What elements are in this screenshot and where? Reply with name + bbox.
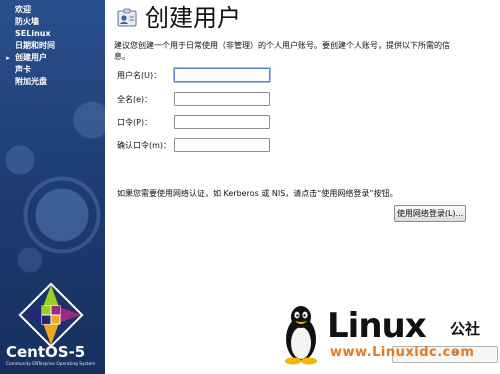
network-login-note: 如果您需要使用网络认证，如 Kerberos 或 NIS，请点击“使用网络登录”… [117, 189, 398, 198]
step-welcome: 欢迎 [15, 5, 31, 14]
sidebar: 欢迎 防火墙 SELinux 日期和时间 ▸ 创建用户 声卡 附加光盘 Cent… [0, 0, 105, 374]
password-label: 口令(P)： [117, 118, 153, 127]
centos-tagline: Community ENTerprise Operating System [6, 362, 96, 367]
watermark-brand: Linux [327, 306, 427, 346]
confirm-password-label: 确认口令(m)： [117, 141, 172, 150]
network-login-button[interactable]: 使用网络登录(L)... [394, 205, 466, 222]
tux-penguin-icon [285, 306, 317, 365]
page-title: 创建用户 [145, 4, 241, 32]
full-name-label: 全名(e)： [117, 95, 153, 104]
centos-wordmark: CentOS-5 [6, 343, 86, 361]
step-selinux: SELinux [15, 29, 51, 38]
user-card-icon [117, 8, 137, 27]
confirm-password-field[interactable] [174, 138, 270, 152]
step-firewall: 防火墙 [15, 17, 39, 26]
step-date-time: 日期和时间 [15, 41, 55, 50]
current-step-arrow-icon: ▸ [6, 54, 10, 62]
watermark-url: www.Linuxidc.com [330, 345, 475, 360]
full-name-field[interactable] [174, 92, 270, 106]
step-create-user: ▸ 创建用户 [0, 52, 105, 64]
username-field[interactable] [174, 68, 270, 82]
step-sound-card: 声卡 [15, 65, 31, 74]
centos-logo-icon [18, 282, 84, 348]
password-field[interactable] [174, 115, 270, 129]
watermark-suffix: 公社 [450, 320, 481, 338]
step-additional-cd: 附加光盘 [15, 77, 47, 86]
step-list: 欢迎 防火墙 SELinux 日期和时间 ▸ 创建用户 声卡 附加光盘 [0, 4, 105, 88]
username-label: 用户名(U)： [117, 71, 162, 80]
intro-text: 建议您创建一个用于日常使用（非管理）的个人用户账号。要创建个人账号，提供以下所需… [114, 41, 450, 61]
